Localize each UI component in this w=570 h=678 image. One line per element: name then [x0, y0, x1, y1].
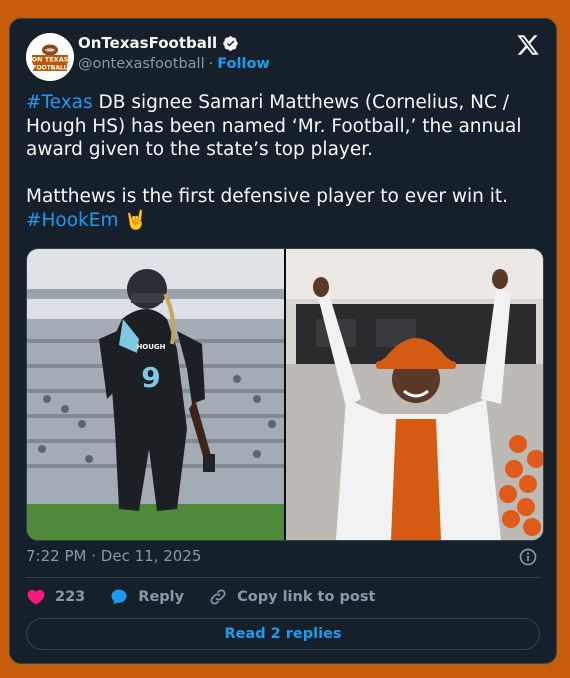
action-bar: 223 Reply Copy link to post — [26, 587, 399, 607]
football-player-photo: 9 HOUGH — [27, 249, 284, 540]
hook-em-emoji: 🤘 — [124, 209, 148, 231]
display-name[interactable]: OnTexasFootball — [78, 34, 217, 52]
svg-text:ON TEXAS: ON TEXAS — [32, 56, 69, 64]
reply-label: Reply — [138, 589, 185, 605]
link-icon — [210, 589, 226, 605]
post-date: Dec 11, 2025 — [100, 547, 202, 565]
x-logo-icon[interactable] — [516, 33, 540, 57]
tweet-text: #Texas DB signee Samari Matthews (Cornel… — [26, 91, 546, 232]
handle-row: @ontexasfootball · Follow — [78, 56, 270, 72]
tweet-media[interactable]: 9 HOUGH — [26, 248, 544, 541]
hashtag-texas[interactable]: #Texas — [26, 92, 93, 113]
avatar-logo-icon: ON TEXAS FOOTBALL — [26, 33, 74, 81]
account-avatar[interactable]: ON TEXAS FOOTBALL — [26, 33, 74, 81]
handle-separator: · — [208, 56, 214, 72]
info-icon[interactable] — [518, 547, 538, 567]
signing-day-photo — [286, 249, 543, 540]
hashtag-hookem[interactable]: #HookEm — [26, 210, 118, 231]
reply-bubble-icon — [111, 589, 127, 605]
handle[interactable]: @ontexasfootball — [78, 56, 205, 72]
svg-text:FOOTBALL: FOOTBALL — [32, 65, 67, 72]
reply-button[interactable]: Reply — [109, 587, 184, 607]
post-timestamp[interactable]: 7:22 PM · Dec 11, 2025 — [26, 547, 201, 565]
photo-signing-day[interactable] — [286, 249, 543, 540]
follow-button[interactable]: Follow — [217, 56, 270, 72]
copy-link-button[interactable]: Copy link to post — [208, 587, 375, 607]
svg-text:HOUGH: HOUGH — [136, 343, 165, 351]
photo-football-player[interactable]: 9 HOUGH — [27, 249, 284, 540]
account-name-row: OnTexasFootball — [78, 34, 239, 52]
tweet-embed-card: ON TEXAS FOOTBALL OnTexasFootball @ontex… — [9, 18, 557, 664]
verified-badge-icon — [223, 35, 238, 51]
read-replies-button[interactable]: Read 2 replies — [26, 618, 540, 650]
heart-icon — [27, 589, 45, 605]
post-time: 7:22 PM — [26, 547, 87, 565]
like-button[interactable]: 223 — [26, 587, 85, 607]
copy-link-label: Copy link to post — [237, 589, 376, 605]
svg-text:9: 9 — [141, 361, 160, 394]
divider — [26, 577, 540, 578]
tweet-body: DB signee Samari Matthews (Cornelius, NC… — [26, 92, 522, 207]
like-count: 223 — [55, 589, 86, 605]
timestamp-separator: · — [91, 547, 97, 565]
